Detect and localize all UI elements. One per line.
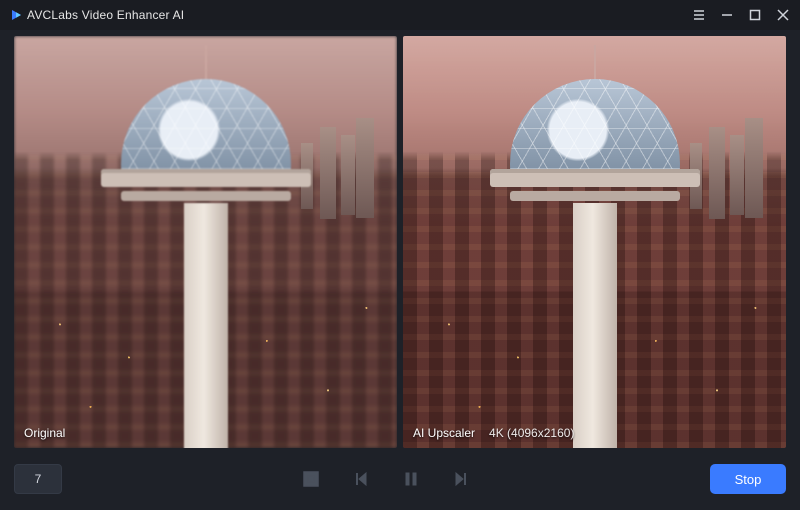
original-pane: Original bbox=[14, 36, 397, 448]
fullscreen-icon[interactable] bbox=[300, 468, 322, 490]
tower-graphic bbox=[510, 69, 680, 448]
titlebar: AVCLabs Video Enhancer AI bbox=[0, 0, 800, 30]
preview-area: Original AI Upscaler 4K (4096x2160) bbox=[0, 30, 800, 448]
comparison-split: Original AI Upscaler 4K (4096x2160) bbox=[14, 36, 786, 448]
prev-frame-icon[interactable] bbox=[350, 468, 372, 490]
menu-icon[interactable] bbox=[692, 8, 706, 22]
original-label: Original bbox=[24, 426, 65, 440]
bottombar: 7 Stop bbox=[0, 448, 800, 510]
app-title: AVCLabs Video Enhancer AI bbox=[27, 8, 184, 22]
next-frame-icon[interactable] bbox=[450, 468, 472, 490]
upscaled-label-text: AI Upscaler bbox=[413, 426, 475, 440]
original-label-text: Original bbox=[24, 426, 65, 440]
pause-icon[interactable] bbox=[400, 468, 422, 490]
maximize-icon[interactable] bbox=[748, 8, 762, 22]
window-controls bbox=[692, 8, 790, 22]
stop-button[interactable]: Stop bbox=[710, 464, 786, 494]
stop-button-label: Stop bbox=[735, 472, 762, 487]
upscaled-pane: AI Upscaler 4K (4096x2160) bbox=[403, 36, 786, 448]
frame-number-value: 7 bbox=[35, 472, 42, 486]
titlebar-left: AVCLabs Video Enhancer AI bbox=[12, 8, 184, 22]
upscaled-resolution: 4K (4096x2160) bbox=[489, 426, 574, 440]
frame-number-input[interactable]: 7 bbox=[14, 464, 62, 494]
close-icon[interactable] bbox=[776, 8, 790, 22]
upscaled-label: AI Upscaler 4K (4096x2160) bbox=[413, 426, 574, 440]
app-logo-icon bbox=[12, 10, 21, 20]
minimize-icon[interactable] bbox=[720, 8, 734, 22]
playback-controls bbox=[72, 468, 700, 490]
tower-graphic bbox=[121, 69, 291, 448]
